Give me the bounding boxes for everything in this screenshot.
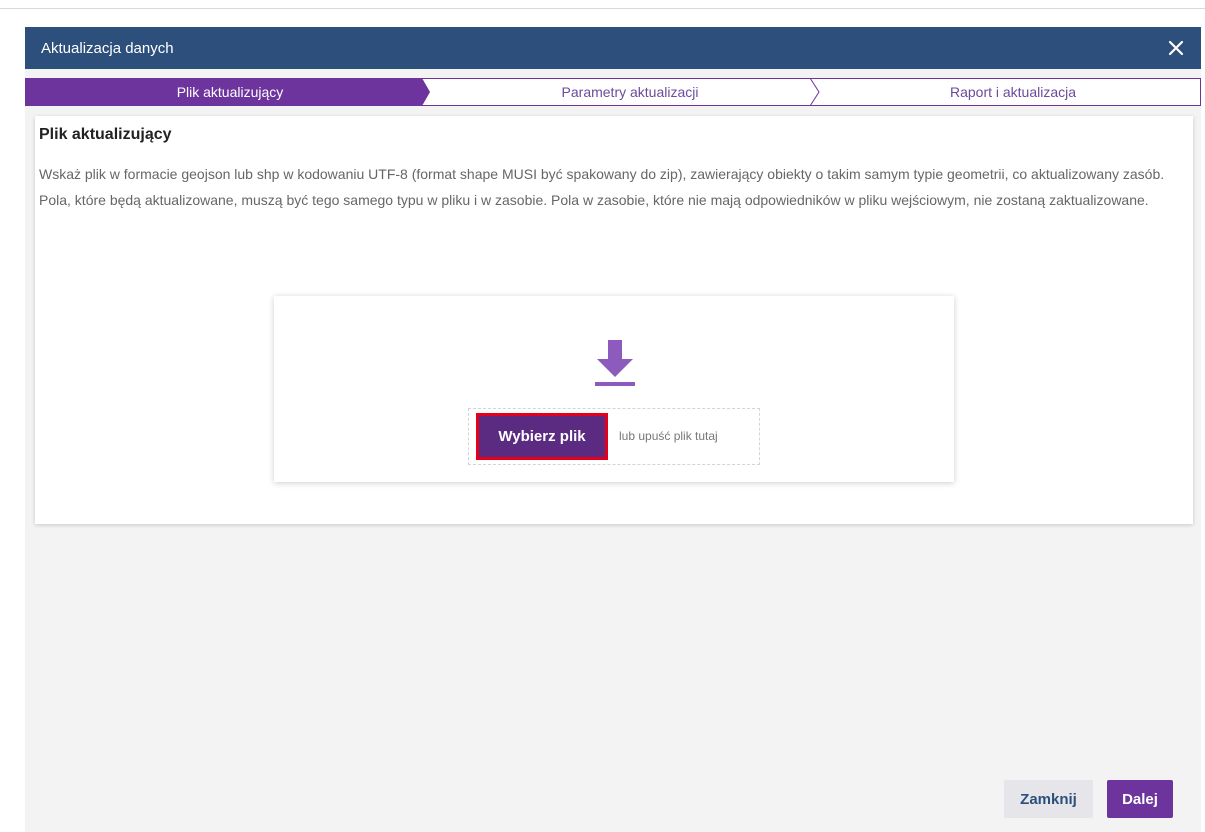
upload-card: Wybierz plik lub upuść plik tutaj xyxy=(274,296,954,482)
wizard-stepper: Plik aktualizujący Parametry aktualizacj… xyxy=(25,78,1201,106)
update-data-dialog: Aktualizacja danych Plik aktualizujący P… xyxy=(25,27,1201,832)
next-button[interactable]: Dalej xyxy=(1107,780,1173,818)
dialog-title: Aktualizacja danych xyxy=(41,39,174,57)
top-divider xyxy=(0,8,1205,9)
file-dropzone[interactable]: Wybierz plik lub upuść plik tutaj xyxy=(468,408,760,465)
close-icon[interactable] xyxy=(1165,37,1187,59)
step-report-and-update[interactable]: Raport i aktualizacja xyxy=(825,78,1201,106)
panel-description: Wskaż plik w formacie geojson lub shp w … xyxy=(39,166,1165,208)
step-update-file[interactable]: Plik aktualizujący xyxy=(25,78,435,106)
step-update-parameters[interactable]: Parametry aktualizacji xyxy=(435,78,825,106)
download-icon xyxy=(594,340,636,388)
close-button[interactable]: Zamknij xyxy=(1004,780,1093,818)
update-file-panel: Plik aktualizujący Wskaż plik w formacie… xyxy=(35,116,1193,524)
choose-file-button[interactable]: Wybierz plik xyxy=(476,413,608,460)
drop-hint-text: lub upuść plik tutaj xyxy=(619,429,718,443)
panel-title: Plik aktualizujący xyxy=(39,126,172,143)
dialog-titlebar: Aktualizacja danych xyxy=(25,27,1201,69)
